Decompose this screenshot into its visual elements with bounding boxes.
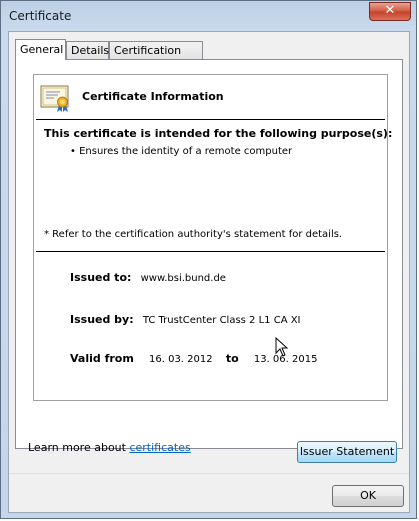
issued-by-value: TC TrustCenter Class 2 L1 CA XI	[142, 315, 301, 326]
issued-to-row: Issued to: www.bsi.bund.de	[70, 271, 226, 284]
close-icon: ✕	[384, 3, 396, 18]
issued-to-label: Issued to:	[70, 271, 132, 284]
certificates-link[interactable]: certificates	[129, 441, 190, 454]
certificate-icon	[40, 85, 69, 112]
issued-to-value: www.bsi.bund.de	[140, 273, 226, 284]
valid-from-label: Valid from	[70, 352, 134, 365]
tab-general[interactable]: General	[15, 39, 66, 60]
tab-general-label: General	[20, 43, 64, 56]
tab-certification-path[interactable]: Certification Path	[109, 41, 203, 74]
tab-details-label: Details	[71, 44, 110, 57]
window-title: Certificate	[9, 9, 72, 23]
tab-details[interactable]: Details	[66, 41, 109, 59]
issuer-statement-button[interactable]: Issuer Statement	[297, 441, 397, 463]
dialog-body: General Details Certification Path	[8, 31, 410, 513]
learn-more-line: Learn more about certificates	[28, 441, 191, 454]
ok-label: OK	[360, 489, 376, 502]
ok-button[interactable]: OK	[332, 485, 404, 507]
info-divider-top	[36, 119, 385, 120]
issuer-statement-label: Issuer Statement	[299, 445, 395, 458]
valid-to-label: to	[225, 352, 239, 365]
certificate-info-box: Certificate Information This certificate…	[33, 74, 392, 401]
purpose-item: • Ensures the identity of a remote compu…	[70, 146, 293, 157]
mouse-pointer-icon	[275, 337, 289, 357]
title-bar[interactable]: Certificate ✕	[1, 1, 416, 31]
general-tab-panel: Certificate Information This certificate…	[15, 59, 403, 463]
info-divider-bottom	[36, 251, 385, 252]
issued-by-label: Issued by:	[70, 313, 134, 326]
authority-note: * Refer to the certification authority's…	[44, 229, 343, 240]
issued-by-row: Issued by: TC TrustCenter Class 2 L1 CA …	[70, 313, 301, 326]
close-button[interactable]: ✕	[369, 2, 411, 21]
purpose-heading: This certificate is intended for the fol…	[44, 127, 393, 140]
valid-from-value: 16. 03. 2012	[149, 354, 213, 365]
certificate-dialog: Certificate ✕ General Details Certificat…	[0, 0, 417, 519]
info-title: Certificate Information	[82, 90, 224, 103]
learn-more-prefix: Learn more about	[28, 441, 130, 454]
